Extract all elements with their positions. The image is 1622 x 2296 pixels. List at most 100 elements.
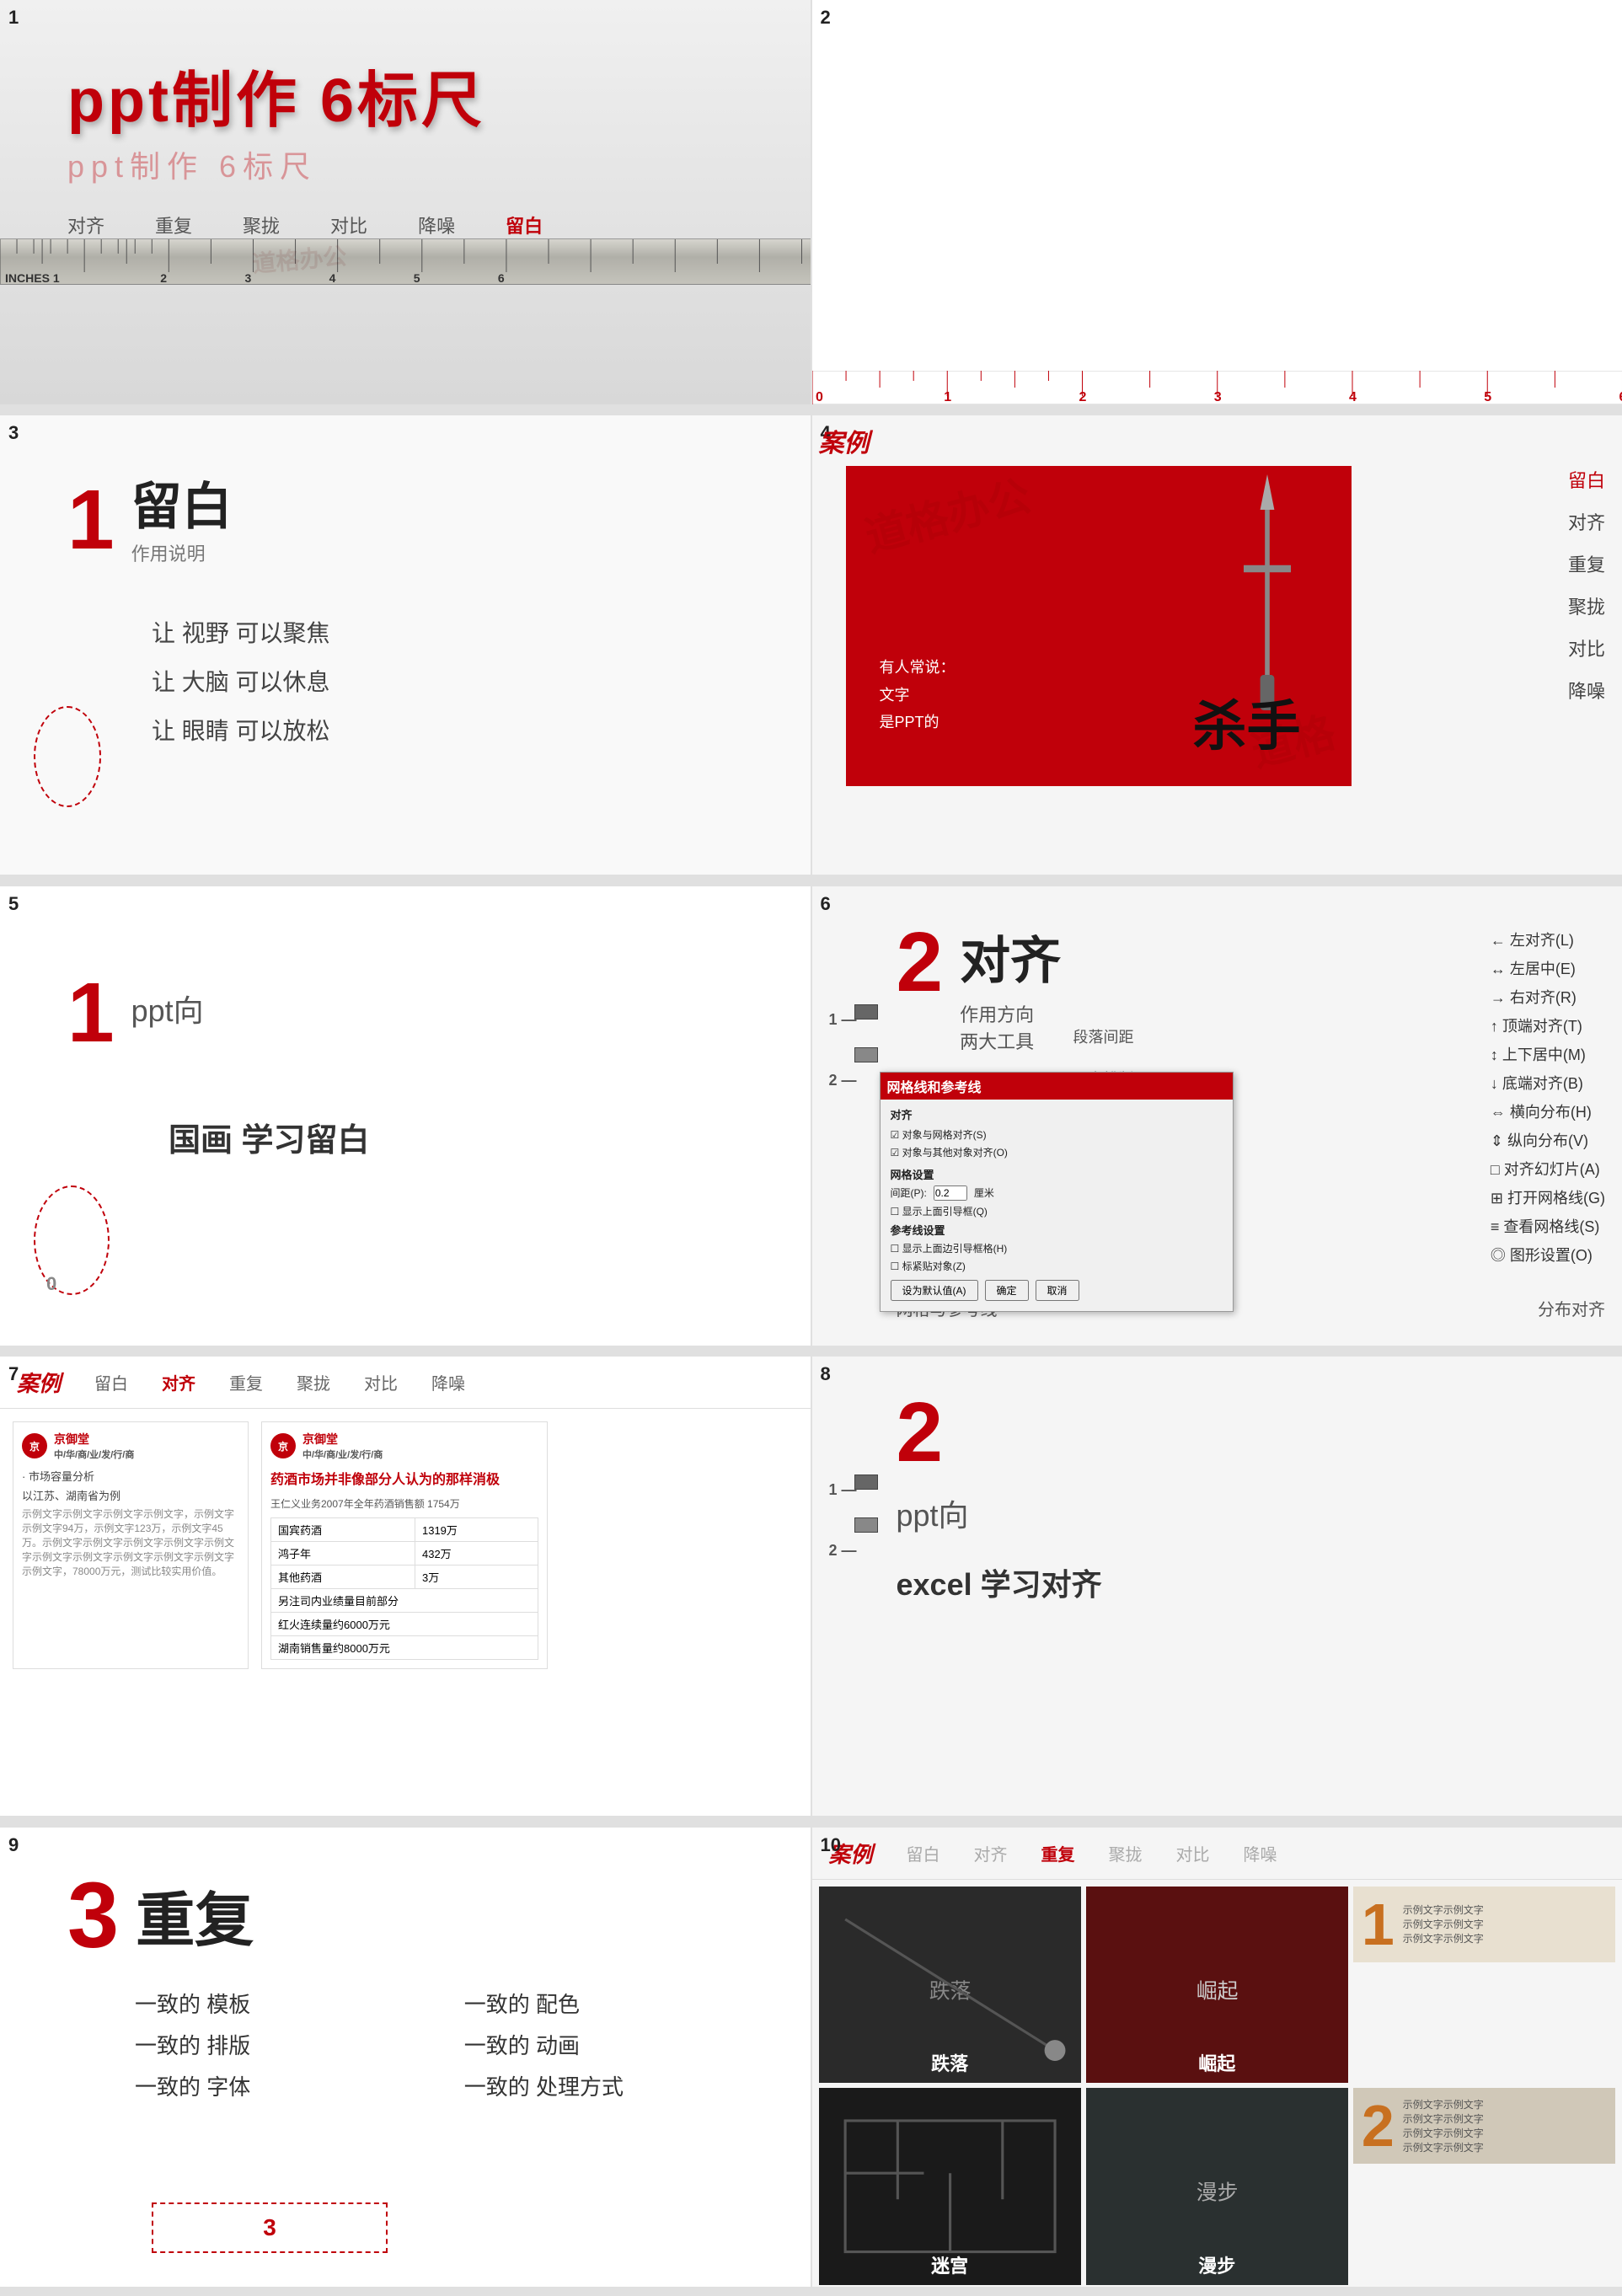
cell4-preview-bigtext: 杀手 <box>1193 683 1301 761</box>
cell7-nav-contrast[interactable]: 对比 <box>364 1370 398 1394</box>
toolbar-view-grid: ≡ 查看网格线(S) <box>1491 1215 1605 1237</box>
cell10-nav-denoise[interactable]: 降噪 <box>1244 1841 1277 1865</box>
cell7-card2-sub-detail: 王仁义业务2007年全年药酒销售额 1754万 <box>270 1496 538 1511</box>
cell10-nav-repeat[interactable]: 重复 <box>1041 1841 1075 1865</box>
cell7-card1-header: 京 京御堂 中/华/商/业/发/行/商 <box>22 1431 239 1461</box>
cell7-nav-repeat[interactable]: 重复 <box>229 1370 263 1394</box>
cell-number-7: 7 <box>8 1363 19 1385</box>
svg-text:INCHES 1: INCHES 1 <box>5 271 60 285</box>
cell7-table: 国宾药酒 1319万 鸿子年 432万 其他药酒 3万 另注司内业绩量目前部分 … <box>270 1517 538 1660</box>
svg-text:3: 3 <box>244 271 251 285</box>
cell-2: 2 <box>812 0 1622 404</box>
nav-repeat[interactable]: 重复 <box>155 211 192 238</box>
cell6-dialog-grid-label: 网格设置 <box>891 1166 1223 1182</box>
cell9-item-4: 一致的 动画 <box>464 2029 743 2060</box>
toolbar-mid-center: ↕ 上下居中(M) <box>1491 1043 1605 1065</box>
cell9-item-1: 一致的 模板 <box>135 1988 414 2019</box>
sidebar-label-align: 对齐 <box>1568 508 1605 535</box>
cell-3: 3 1 留白 作用说明 让 视野 可以聚焦 让 大脑 可以休息 让 眼睛 可以放… <box>0 415 811 875</box>
toolbar-left-center: ↔ 左居中(E) <box>1491 957 1605 979</box>
cell10-card2-line2: 示例文字示例文字 <box>1403 2111 1484 2126</box>
table-cell: 其他药酒 <box>271 1565 415 1589</box>
cell10-num-card-1-text: 示例文字示例文字 示例文字示例文字 示例文字示例文字 <box>1403 1903 1484 1945</box>
cell9-item-2: 一致的 配色 <box>464 1988 743 2019</box>
cell10-card1-line1: 示例文字示例文字 <box>1403 1903 1484 1917</box>
cell6-dialog-title: 网格线和参考线 <box>881 1073 1233 1100</box>
cell6-dialog-ok[interactable]: 确定 <box>985 1280 1029 1301</box>
sidebar-label-whitespace: 留白 <box>1568 466 1605 493</box>
table-row: 红火连续量约6000万元 <box>271 1613 538 1636</box>
table-cell: 鸿子年 <box>271 1542 415 1565</box>
cell3-item-3: 让 眼睛 可以放松 <box>152 713 743 747</box>
toolbar-align-slide: □ 对齐幻灯片(A) <box>1491 1158 1605 1180</box>
cell10-num-card-1: 1 示例文字示例文字 示例文字示例文字 示例文字示例文字 <box>1353 1887 1615 1962</box>
cell8-sidebar-blocks <box>854 1474 878 1533</box>
cell6-dialog-cancel[interactable]: 取消 <box>1036 1280 1079 1301</box>
cell7-nav-cluster[interactable]: 聚拢 <box>297 1370 330 1394</box>
cell7-nav-whitespace[interactable]: 留白 <box>94 1370 128 1394</box>
cell8-label-1: 1 — <box>829 1481 857 1499</box>
cell7-card2-header: 京 京御堂 中/华/商/业/发/行/商 <box>270 1431 538 1461</box>
nav-contrast[interactable]: 对比 <box>330 211 367 238</box>
cell-number-9: 9 <box>8 1834 19 1856</box>
cell7-card1-detail: 示例文字示例文字示例文字示例文字，示例文字示例文字94万，示例文字123万，示例… <box>22 1507 239 1578</box>
cell6-duoluo-label: 段落间距 <box>1073 1025 1134 1047</box>
cell8-block-2 <box>854 1517 878 1533</box>
cell10-nav-align[interactable]: 对齐 <box>974 1841 1008 1865</box>
cell10-nav-cluster[interactable]: 聚拢 <box>1109 1841 1143 1865</box>
cell7-nav: 案例 留白 对齐 重复 聚拢 对比 降噪 <box>0 1357 811 1409</box>
cell10-img-3: 迷宫 迷宫 <box>819 2088 1081 2285</box>
nav-denoise[interactable]: 降噪 <box>418 211 455 238</box>
cell7-card2-name: 京御堂 中/华/商/业/发/行/商 <box>302 1431 383 1461</box>
cell8-big-num: 2 <box>897 1390 944 1474</box>
table-cell: 1319万 <box>415 1518 538 1542</box>
cell6-dialog-item2: ☑ 对象与其他对象对齐(O) <box>891 1145 1223 1159</box>
toolbar-shape-settings: ◎ 图形设置(O) <box>1491 1244 1605 1266</box>
nav-align[interactable]: 对齐 <box>67 211 104 238</box>
cell6-dialog-item3: ☐ 显示上面引导框(Q) <box>891 1204 1223 1218</box>
nav-whitespace[interactable]: 留白 <box>506 211 543 238</box>
cell7-card1-item1: · 市场容量分析 <box>22 1468 239 1484</box>
cell10-nav-contrast[interactable]: 对比 <box>1176 1841 1210 1865</box>
cell7-card1: 京 京御堂 中/华/商/业/发/行/商 · 市场容量分析 以江苏、湖南省为例 示… <box>13 1421 249 1669</box>
cell10-card2-line1: 示例文字示例文字 <box>1403 2097 1484 2111</box>
cell7-nav-align[interactable]: 对齐 <box>162 1370 195 1394</box>
cell1-title: ppt制作 6标尺 <box>67 51 485 139</box>
cell6-subtitle2: 两大工具 <box>960 1027 1061 1054</box>
cell3-ellipse <box>34 706 101 807</box>
cell8-block-1 <box>854 1474 878 1490</box>
cell4-preview: 道格办公 道格 有人常说： 文字 是PPT的 杀手 <box>846 466 1352 786</box>
sidebar-label-denoise: 降噪 <box>1568 677 1605 704</box>
cell-number-3: 3 <box>8 422 19 444</box>
table-cell: 3万 <box>415 1565 538 1589</box>
cell6-spacing-input[interactable] <box>934 1185 967 1201</box>
svg-text:1: 1 <box>944 390 951 404</box>
cell10-card1-line2: 示例文字示例文字 <box>1403 1917 1484 1931</box>
nav-cluster[interactable]: 聚拢 <box>243 211 280 238</box>
cell10-img-2: 崛起 崛起 <box>1086 1887 1348 2084</box>
cell-5: 5 1 ppt向 国画 学习留白 0 <box>0 886 811 1346</box>
cell10-nav-whitespace[interactable]: 留白 <box>907 1841 940 1865</box>
cell-10: 10 案例 留白 对齐 重复 聚拢 对比 降噪 跌落 跌落 崛起 崛起 <box>812 1828 1622 2287</box>
cell8-sub-text: excel 学习对齐 <box>897 1560 1606 1604</box>
cell7-nav-denoise[interactable]: 降噪 <box>431 1370 465 1394</box>
cell10-grid: 跌落 跌落 崛起 崛起 1 示例文字示例文字 示例文字示例文字 示例文字示例文字 <box>812 1880 1622 2287</box>
cell5-main-text: ppt向 <box>131 987 204 1030</box>
cell3-item-1: 让 视野 可以聚焦 <box>152 615 743 649</box>
toolbar-left-align: ← 左对齐(L) <box>1491 929 1605 950</box>
cell3-item-2: 让 大脑 可以休息 <box>152 664 743 698</box>
cell6-big-num: 2 <box>897 920 944 1004</box>
cell6-dialog: 网格线和参考线 对齐 ☑ 对象与网格对齐(S) ☑ 对象与其他对象对齐(O) 网… <box>880 1072 1234 1312</box>
svg-text:6: 6 <box>498 271 505 285</box>
cell6-block-1 <box>854 1004 878 1020</box>
sidebar-label-repeat: 重复 <box>1568 550 1605 577</box>
svg-text:4: 4 <box>329 271 336 285</box>
cell10-big-num-2: 2 <box>1362 2096 1394 2155</box>
cell8-label-2: 2 — <box>829 1542 857 1560</box>
cell6-dialog-align-label: 对齐 <box>891 1106 1223 1122</box>
svg-text:漫步: 漫步 <box>1196 2181 1238 2204</box>
svg-text:2: 2 <box>1079 390 1086 404</box>
cell3-big-num: 1 <box>67 478 115 562</box>
toolbar-bottom-align: ↓ 底端对齐(B) <box>1491 1072 1605 1094</box>
cell6-dialog-set-default[interactable]: 设为默认值(A) <box>891 1280 978 1301</box>
